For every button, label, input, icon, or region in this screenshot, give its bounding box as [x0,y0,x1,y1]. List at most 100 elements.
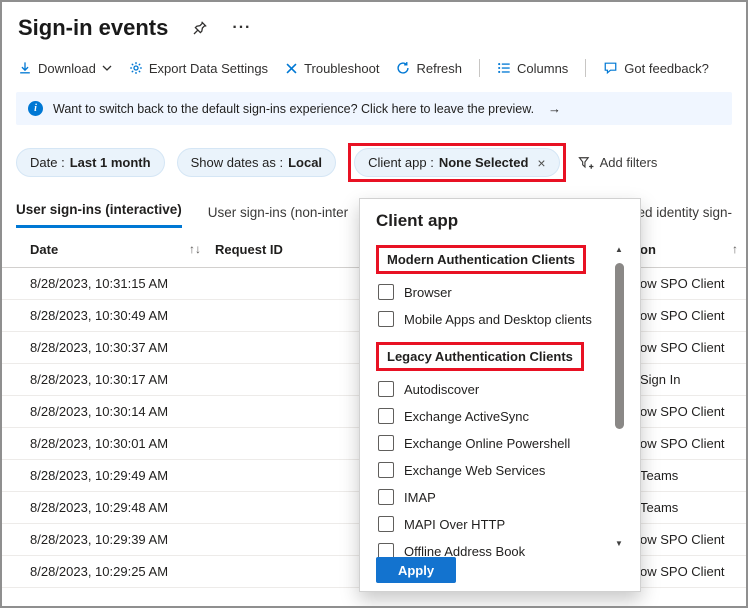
column-date[interactable]: Date [30,242,58,257]
column-application-partial[interactable]: on [640,242,656,257]
troubleshoot-button[interactable]: Troubleshoot [285,61,379,76]
option-browser[interactable]: Browser [378,284,624,300]
cell-application-partial: ow SPO Client [640,436,746,451]
cell-date: 8/28/2023, 10:30:14 AM [30,404,350,419]
cell-date: 8/28/2023, 10:29:25 AM [30,564,350,579]
option-exchange-web-services[interactable]: Exchange Web Services [378,462,624,478]
cell-date: 8/28/2023, 10:30:49 AM [30,308,350,323]
cell-date: 8/28/2023, 10:29:48 AM [30,500,350,515]
got-feedback-label: Got feedback? [624,61,709,76]
annotation-box-legacy-heading: Legacy Authentication Clients [376,342,584,371]
section-heading-legacy: Legacy Authentication Clients [387,349,573,364]
option-mapi-over-http[interactable]: MAPI Over HTTP [378,516,624,532]
more-options-icon[interactable]: ··· [232,19,251,37]
annotation-box-modern-heading: Modern Authentication Clients [376,245,586,274]
apply-button[interactable]: Apply [376,557,456,583]
checkbox[interactable] [378,408,394,424]
cell-application-partial: ow SPO Client [640,564,746,579]
filter-pill-client-app[interactable]: Client app : None Selected × [354,148,560,177]
sort-icon[interactable]: ↑↓ [189,242,201,257]
client-app-filter-panel: Client app Modern Authentication Clients… [359,198,641,592]
refresh-label: Refresh [416,61,462,76]
add-filters-label: Add filters [600,155,658,170]
banner-link[interactable]: Want to switch back to the default sign-… [53,102,534,116]
command-bar: Download Export Data Settings Troublesho… [2,43,746,90]
cell-date: 8/28/2023, 10:29:49 AM [30,468,350,483]
checkbox[interactable] [378,462,394,478]
filter-pill-date-value: Last 1 month [70,155,151,170]
page-title: Sign-in events [18,15,168,41]
option-label: Exchange Web Services [404,463,545,478]
chevron-down-icon [102,65,112,71]
info-icon: i [28,101,43,116]
option-label: Mobile Apps and Desktop clients [404,312,592,327]
checkbox[interactable] [378,311,394,327]
add-filter-icon [578,156,594,170]
gear-icon [129,61,143,75]
option-autodiscover[interactable]: Autodiscover [378,381,624,397]
cell-date: 8/28/2023, 10:31:15 AM [30,276,350,291]
refresh-button[interactable]: Refresh [396,61,462,76]
arrow-right-icon[interactable]: → [548,101,561,116]
close-icon[interactable]: × [537,156,545,170]
option-imap[interactable]: IMAP [378,489,624,505]
cell-application-partial: Sign In [640,372,746,387]
cell-application-partial: Teams [640,500,746,515]
cell-application-partial: Teams [640,468,746,483]
checkbox[interactable] [378,381,394,397]
refresh-icon [396,61,410,75]
cell-application-partial: ow SPO Client [640,308,746,323]
troubleshoot-icon [285,62,298,75]
signin-events-page: Sign-in events ··· Download Export Data … [0,0,748,608]
section-heading-modern: Modern Authentication Clients [387,252,575,267]
scroll-down-icon[interactable]: ▼ [615,539,623,549]
download-icon [18,61,32,75]
filter-bar: Date : Last 1 month Show dates as : Loca… [2,133,746,192]
panel-title: Client app [376,211,624,231]
columns-button[interactable]: Columns [497,61,568,76]
export-data-settings-button[interactable]: Export Data Settings [129,61,268,76]
cell-application-partial: ow SPO Client [640,532,746,547]
tab-user-signins-noninteractive[interactable]: User sign-ins (non-inter [208,205,348,228]
download-button[interactable]: Download [18,61,112,76]
checkbox[interactable] [378,284,394,300]
annotation-box-client-app-pill: Client app : None Selected × [348,143,566,182]
scroll-thumb[interactable] [615,263,624,429]
option-exchange-activesync[interactable]: Exchange ActiveSync [378,408,624,424]
checkbox[interactable] [378,516,394,532]
pin-icon[interactable] [192,20,208,36]
got-feedback-button[interactable]: Got feedback? [603,61,709,76]
checkbox[interactable] [378,435,394,451]
filter-pill-show-dates[interactable]: Show dates as : Local [177,148,336,177]
option-label: Autodiscover [404,382,479,397]
filter-pill-date-prefix: Date : [30,155,65,170]
column-request-id[interactable]: Request ID [215,242,283,257]
option-mobile-apps-desktop[interactable]: Mobile Apps and Desktop clients [378,311,624,327]
cell-date: 8/28/2023, 10:30:01 AM [30,436,350,451]
cell-application-partial: ow SPO Client [640,340,746,355]
checkbox[interactable] [378,489,394,505]
cell-date: 8/28/2023, 10:30:37 AM [30,340,350,355]
cell-application-partial: ow SPO Client [640,404,746,419]
page-header: Sign-in events ··· [2,2,746,43]
sort-asc-icon: ↑ [732,242,738,257]
scroll-up-icon[interactable]: ▲ [615,245,623,255]
columns-label: Columns [517,61,568,76]
filter-pill-date[interactable]: Date : Last 1 month [16,148,165,177]
option-exchange-online-powershell[interactable]: Exchange Online Powershell [378,435,624,451]
filter-pill-show-dates-value: Local [288,155,322,170]
columns-icon [497,61,511,75]
export-data-settings-label: Export Data Settings [149,61,268,76]
add-filters-button[interactable]: Add filters [578,155,658,170]
feedback-icon [603,61,618,75]
cell-date: 8/28/2023, 10:30:17 AM [30,372,350,387]
option-label: MAPI Over HTTP [404,517,505,532]
option-label: IMAP [404,490,436,505]
tab-user-signins-interactive[interactable]: User sign-ins (interactive) [16,202,182,228]
download-label: Download [38,61,96,76]
filter-pill-show-dates-prefix: Show dates as : [191,155,284,170]
scrollbar[interactable]: ▲ ▼ [612,245,626,549]
troubleshoot-label: Troubleshoot [304,61,379,76]
cell-application-partial: ow SPO Client [640,276,746,291]
tab-managed-identity-signins[interactable]: ged identity sign- [630,205,732,228]
